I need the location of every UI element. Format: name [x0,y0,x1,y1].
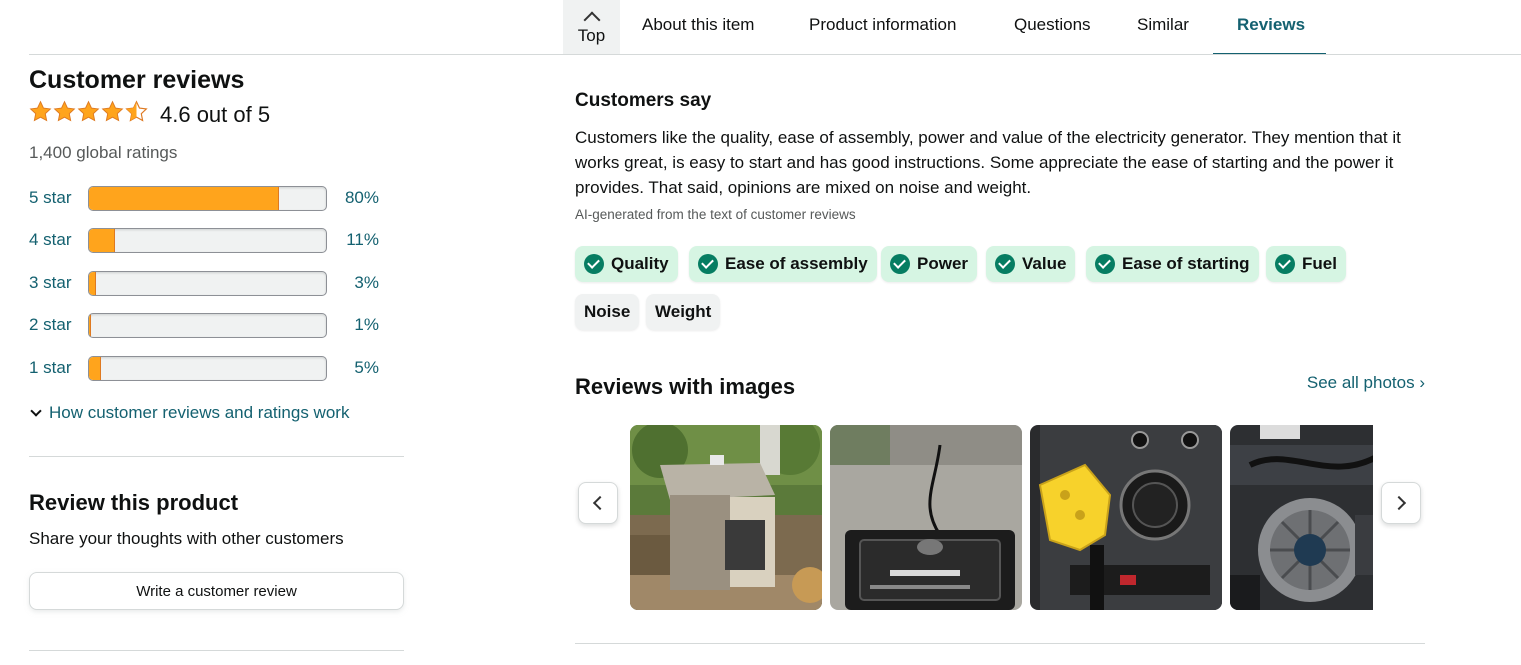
chevron-left-icon [592,495,608,511]
histogram-fill [89,229,116,252]
aspect-label: Weight [655,302,712,321]
histogram-label[interactable]: 4 star [29,230,72,250]
star-full-icon [53,100,76,122]
histogram-bar [88,186,327,211]
histogram-label[interactable]: 3 star [29,273,72,293]
global-ratings-count: 1,400 global ratings [29,143,178,162]
reviews-with-images-heading: Reviews with images [575,374,796,399]
tab-questions[interactable]: Questions [1014,0,1091,54]
histogram-label[interactable]: 2 star [29,315,72,335]
section-nav: Top About this item Product information … [0,0,1521,55]
generator-top-view-photo [830,425,1022,610]
aspect-label: Ease of starting [1122,254,1250,273]
section-divider [575,643,1425,644]
customers-say-heading: Customers say [575,90,712,111]
tab-about-this-item[interactable]: About this item [642,0,754,54]
carousel-prev-button[interactable] [578,482,618,524]
aspect-chip-fuel[interactable]: Fuel [1266,246,1346,282]
aspect-chip-power[interactable]: Power [881,246,978,282]
aspect-label: Quality [611,254,669,273]
star-full-icon [77,100,100,122]
share-thoughts-text: Share your thoughts with other customers [29,529,344,548]
check-circle-icon [698,254,718,274]
review-images-carousel [630,425,1373,610]
aspect-chip-noise[interactable]: Noise [575,294,640,330]
generator-outlet-plug-photo [1030,425,1222,610]
histogram-fill [89,314,92,337]
tab-similar[interactable]: Similar [1137,0,1189,54]
back-to-top-label: Top [577,26,606,45]
histogram-percent[interactable]: 80% [345,188,379,208]
tab-product-information[interactable]: Product information [809,0,956,54]
review-image-2[interactable] [830,425,1022,610]
histogram-row-3-star[interactable]: 3 star 3% [29,271,404,297]
check-circle-icon [1095,254,1115,274]
histogram-bar [88,271,327,296]
histogram-fill [89,357,101,380]
star-rating[interactable] [29,100,148,123]
histogram-percent[interactable]: 1% [354,315,379,335]
histogram-percent[interactable]: 3% [354,273,379,293]
star-full-icon [29,100,52,122]
histogram-bar [88,228,327,253]
carousel-next-button[interactable] [1381,482,1421,524]
histogram-row-4-star[interactable]: 4 star 11% [29,228,404,254]
star-full-icon [101,100,124,122]
back-to-top-button[interactable]: Top [563,0,620,54]
generator-recoil-starter-photo [1230,425,1373,610]
how-reviews-work-link[interactable]: How customer reviews and ratings work [29,403,349,423]
histogram-fill [89,187,279,210]
histogram-percent[interactable]: 5% [354,358,379,378]
histogram-bar [88,313,327,338]
review-image-4[interactable] [1230,425,1373,610]
histogram-row-2-star[interactable]: 2 star 1% [29,313,404,339]
chevron-right-icon [1391,495,1407,511]
histogram-label[interactable]: 5 star [29,188,72,208]
aspect-label: Value [1022,254,1067,273]
aspect-chip-quality[interactable]: Quality [575,246,678,282]
aspect-chip-ease-of-assembly[interactable]: Ease of assembly [689,246,877,282]
histogram-row-5-star[interactable]: 5 star 80% [29,186,404,212]
customer-reviews-heading: Customer reviews [29,66,245,94]
histogram-percent[interactable]: 11% [346,230,379,250]
histogram-label[interactable]: 1 star [29,358,72,378]
nav-divider [29,54,1521,55]
check-circle-icon [890,254,910,274]
aspect-label: Fuel [1302,254,1337,273]
how-reviews-work-label: How customer reviews and ratings work [49,403,350,422]
customers-say-summary: Customers like the quality, ease of asse… [575,128,1401,197]
histogram-fill [89,272,97,295]
generator-enclosure-photo [630,425,822,610]
check-circle-icon [584,254,604,274]
check-circle-icon [1275,254,1295,274]
aspect-label: Noise [584,302,631,321]
section-divider [29,650,404,651]
aspect-chip-value[interactable]: Value [986,246,1076,282]
aspect-label: Power [917,254,969,273]
section-divider [29,456,404,457]
review-image-3[interactable] [1030,425,1222,610]
aspect-chip-ease-of-starting[interactable]: Ease of starting [1086,246,1259,282]
ai-generated-note: AI-generated from the text of customer r… [575,207,856,222]
review-this-product-heading: Review this product [29,490,239,515]
review-image-1[interactable] [630,425,822,610]
see-all-photos-link[interactable]: See all photos › [1307,373,1425,393]
tab-reviews[interactable]: Reviews [1212,0,1327,55]
rating-out-of-five: 4.6 out of 5 [160,102,271,127]
write-review-button[interactable]: Write a customer review [29,572,404,610]
check-circle-icon [995,254,1015,274]
histogram-row-1-star[interactable]: 1 star 5% [29,356,404,382]
star-half-icon [125,100,148,122]
histogram-bar [88,356,327,381]
aspect-chip-weight[interactable]: Weight [646,294,721,330]
chevron-down-icon [30,405,42,417]
aspect-label: Ease of assembly [725,254,868,273]
